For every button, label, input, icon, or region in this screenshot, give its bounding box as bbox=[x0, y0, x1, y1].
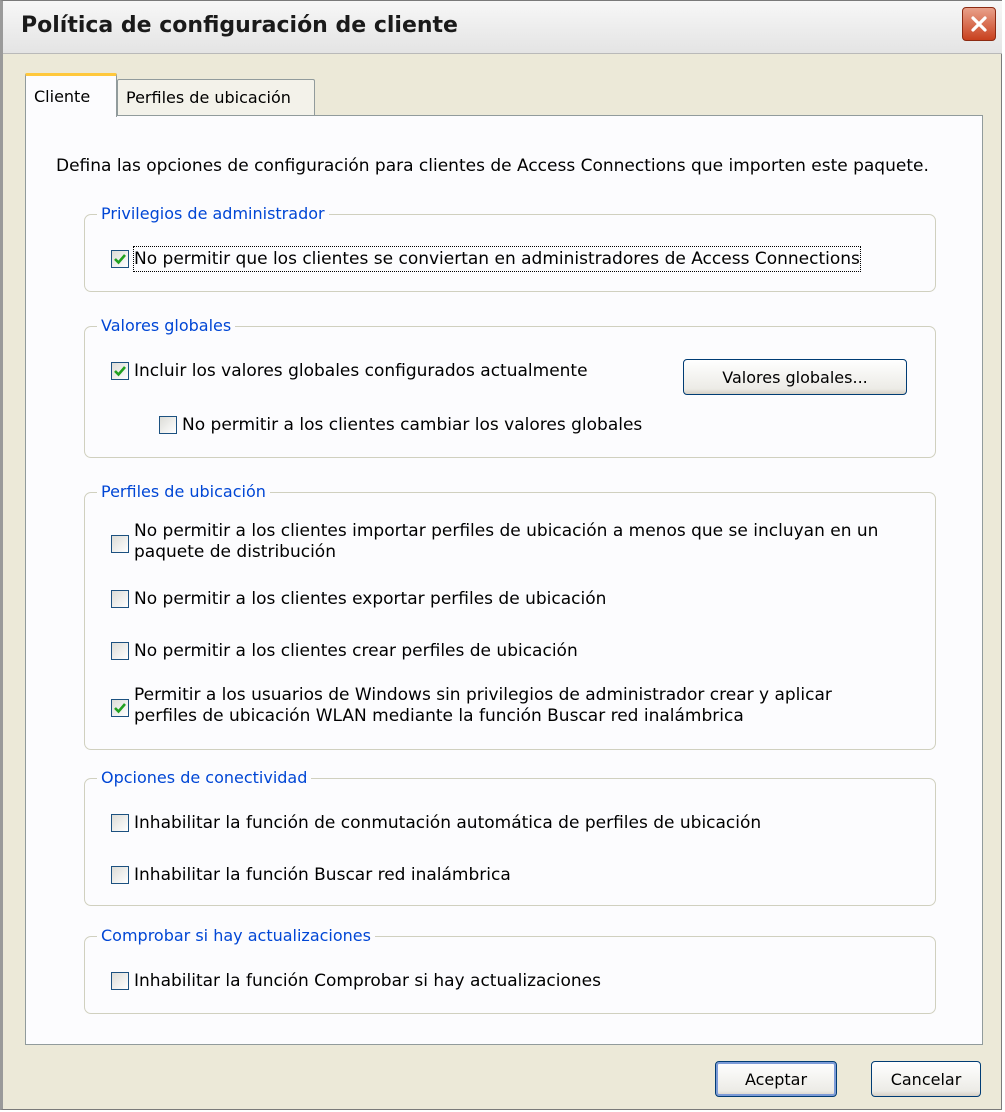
checkbox-row-allow-wlan[interactable]: Permitir a los usuarios de Windows sin p… bbox=[111, 685, 894, 727]
checkbox-no-change-global[interactable] bbox=[159, 416, 177, 434]
tab-label: Cliente bbox=[34, 87, 91, 106]
checkbox-row-no-import[interactable]: No permitir a los clientes importar perf… bbox=[111, 521, 894, 563]
checkbox-disable-find-wireless[interactable] bbox=[111, 866, 129, 884]
checkbox-label: Inhabilitar la función Buscar red inalám… bbox=[134, 865, 511, 885]
check-mark-icon bbox=[114, 703, 126, 714]
checkbox-label: No permitir a los clientes cambiar los v… bbox=[182, 415, 643, 435]
global-values-button[interactable]: Valores globales... bbox=[683, 359, 907, 395]
checkbox-label: Inhabilitar la función Comprobar si hay … bbox=[134, 971, 601, 991]
window-title: Política de configuración de cliente bbox=[21, 13, 458, 38]
dialog-window: Política de configuración de cliente Cli… bbox=[0, 0, 1002, 1110]
group-title: Comprobar si hay actualizaciones bbox=[97, 925, 375, 947]
checkbox-row-disable-auto-switch[interactable]: Inhabilitar la función de conmutación au… bbox=[111, 811, 761, 835]
group-admin-privileges: Privilegios de administrador No permitir… bbox=[84, 203, 936, 292]
tab-perfiles-ubicacion[interactable]: Perfiles de ubicación bbox=[117, 79, 315, 115]
checkbox-label: No permitir a los clientes importar perf… bbox=[134, 521, 879, 562]
tab-label: Perfiles de ubicación bbox=[126, 88, 291, 107]
group-connectivity: Opciones de conectividad Inhabilitar la … bbox=[84, 767, 936, 906]
checkbox-label: Incluir los valores globales configurado… bbox=[134, 361, 588, 381]
group-global-values: Valores globales Incluir los valores glo… bbox=[84, 315, 936, 458]
checkbox-row-no-change-global[interactable]: No permitir a los clientes cambiar los v… bbox=[159, 413, 642, 437]
checkbox-label: No permitir a los clientes crear perfile… bbox=[134, 641, 578, 661]
checkbox-row-no-create[interactable]: No permitir a los clientes crear perfile… bbox=[111, 639, 578, 663]
cancel-button[interactable]: Cancelar bbox=[871, 1061, 981, 1097]
checkbox-label: No permitir a los clientes exportar perf… bbox=[134, 589, 607, 609]
checkbox-allow-wlan[interactable] bbox=[111, 699, 129, 717]
checkbox-no-import[interactable] bbox=[111, 535, 129, 553]
check-mark-icon bbox=[114, 254, 126, 265]
button-label: Aceptar bbox=[744, 1069, 808, 1089]
checkbox-row-no-export[interactable]: No permitir a los clientes exportar perf… bbox=[111, 587, 606, 611]
checkbox-row-include-global[interactable]: Incluir los valores globales configurado… bbox=[111, 359, 588, 383]
title-bar[interactable]: Política de configuración de cliente bbox=[3, 1, 1002, 54]
checkbox-no-export[interactable] bbox=[111, 590, 129, 608]
checkbox-row-disable-updates[interactable]: Inhabilitar la función Comprobar si hay … bbox=[111, 969, 601, 993]
checkbox-row-no-admin[interactable]: No permitir que los clientes se conviert… bbox=[111, 246, 861, 272]
group-location-profiles: Perfiles de ubicación No permitir a los … bbox=[84, 481, 936, 750]
checkbox-no-admin[interactable] bbox=[111, 250, 129, 268]
button-label: Cancelar bbox=[890, 1069, 962, 1089]
check-mark-icon bbox=[114, 366, 126, 377]
group-check-updates: Comprobar si hay actualizaciones Inhabil… bbox=[84, 925, 936, 1014]
checkbox-disable-updates[interactable] bbox=[111, 972, 129, 990]
checkbox-include-global[interactable] bbox=[111, 362, 129, 380]
close-button[interactable] bbox=[962, 7, 996, 41]
group-title: Opciones de conectividad bbox=[97, 767, 312, 789]
checkbox-label: Permitir a los usuarios de Windows sin p… bbox=[134, 685, 832, 726]
group-title: Valores globales bbox=[97, 315, 236, 337]
ok-button[interactable]: Aceptar bbox=[715, 1061, 837, 1097]
group-title: Perfiles de ubicación bbox=[97, 481, 270, 503]
checkbox-label: Inhabilitar la función de conmutación au… bbox=[134, 813, 762, 833]
checkbox-disable-auto-switch[interactable] bbox=[111, 814, 129, 832]
checkbox-no-create[interactable] bbox=[111, 642, 129, 660]
tab-cliente[interactable]: Cliente bbox=[25, 73, 117, 117]
checkbox-row-disable-find-wireless[interactable]: Inhabilitar la función Buscar red inalám… bbox=[111, 863, 511, 887]
group-title: Privilegios de administrador bbox=[97, 203, 329, 225]
checkbox-label: No permitir que los clientes se conviert… bbox=[133, 246, 861, 272]
close-icon bbox=[971, 16, 987, 32]
button-label: Valores globales... bbox=[722, 367, 868, 387]
intro-text: Defina las opciones de configuración par… bbox=[56, 156, 929, 176]
tab-panel-cliente: Defina las opciones de configuración par… bbox=[25, 115, 983, 1045]
